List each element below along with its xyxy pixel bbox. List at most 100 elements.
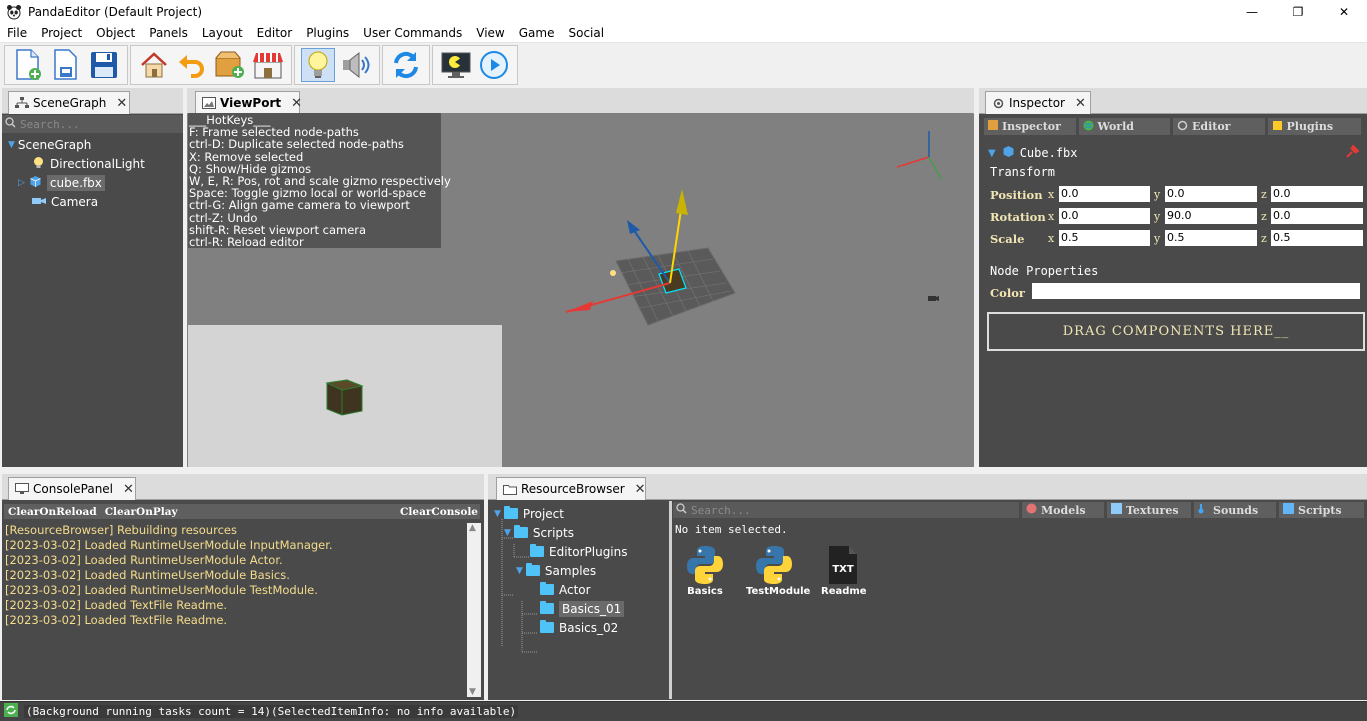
resource-search-input[interactable]: Search... (673, 502, 1019, 518)
pin-icon[interactable] (1345, 144, 1360, 162)
menu-game[interactable]: Game (512, 23, 562, 43)
scenegraph-search-input[interactable]: Search... (2, 115, 183, 133)
menu-social[interactable]: Social (561, 23, 611, 43)
folder-icon (540, 620, 554, 633)
tab-console[interactable]: ConsolePanel ✕ (8, 477, 136, 500)
position-y-field[interactable]: 0.0 (1165, 186, 1257, 202)
position-x-field[interactable]: 0.0 (1059, 186, 1150, 202)
tab-viewport[interactable]: ViewPort ✕ (195, 91, 302, 114)
subtab-plugins[interactable]: Plugins (1267, 118, 1361, 135)
play-icon[interactable] (477, 48, 511, 82)
menu-user-commands[interactable]: User Commands (356, 23, 469, 43)
new-file-icon[interactable] (11, 48, 45, 82)
close-icon[interactable]: ✕ (635, 482, 646, 497)
resource-info: No item selected. (675, 523, 788, 536)
game-camera-preview[interactable] (188, 325, 502, 467)
viewport-canvas[interactable]: ___HotKeys___ F: Frame selected node-pat… (188, 113, 973, 467)
close-icon[interactable]: ✕ (291, 96, 302, 111)
filter-models[interactable]: Models (1022, 502, 1104, 518)
resource-tree-project[interactable]: ▼ Project (494, 504, 564, 523)
window-title: PandaEditor (Default Project) (28, 4, 203, 19)
speaker-icon[interactable] (339, 48, 373, 82)
light-marker[interactable] (610, 270, 616, 276)
rotation-z-field[interactable]: 0.0 (1271, 208, 1363, 224)
menu-panels[interactable]: Panels (142, 23, 195, 43)
resource-tree-actor[interactable]: Actor (540, 580, 591, 599)
inspector-object-header: ▼ Cube.fbx (985, 143, 1363, 163)
filter-textures[interactable]: Textures (1107, 502, 1191, 518)
menu-object[interactable]: Object (89, 23, 142, 43)
tree-item-cube[interactable]: ▷ cube.fbx (18, 173, 105, 192)
tree-item-scenegraph-root[interactable]: ▼ SceneGraph (8, 135, 91, 154)
expand-arrow-icon[interactable]: ▼ (494, 509, 501, 519)
tree-item-camera[interactable]: Camera (32, 192, 98, 211)
clear-on-reload-button[interactable]: ClearOnReload (8, 506, 97, 518)
tab-resource-browser[interactable]: ResourceBrowser ✕ (496, 477, 646, 500)
resource-tree-samples[interactable]: ▼ Samples (516, 561, 596, 580)
close-button[interactable]: ✕ (1321, 0, 1367, 23)
scale-y-field[interactable]: 0.5 (1165, 230, 1257, 246)
clear-console-button[interactable]: ClearConsole (400, 506, 478, 518)
filter-scripts[interactable]: Scripts (1279, 502, 1364, 518)
scroll-down-arrow-icon[interactable]: ▼ (469, 687, 476, 697)
tab-inspector[interactable]: Inspector ✕ (985, 91, 1091, 114)
save-as-icon[interactable] (49, 48, 83, 82)
resource-tree-basics-01[interactable]: Basics_01 (540, 599, 625, 618)
folder-icon (525, 563, 540, 576)
python-icon (754, 544, 794, 586)
clear-on-play-button[interactable]: ClearOnPlay (105, 506, 178, 518)
close-icon[interactable]: ✕ (116, 96, 127, 111)
menu-editor[interactable]: Editor (250, 23, 300, 43)
close-icon[interactable]: ✕ (123, 482, 134, 497)
tab-scenegraph[interactable]: SceneGraph ✕ (8, 91, 130, 114)
store-icon[interactable] (251, 48, 285, 82)
subtab-world[interactable]: World (1078, 118, 1170, 135)
resource-tree-scripts[interactable]: ▼ Scripts (504, 523, 574, 542)
expand-arrow-icon[interactable]: ▼ (516, 566, 523, 576)
save-icon[interactable] (87, 48, 121, 82)
light-bulb-icon[interactable] (301, 48, 335, 82)
add-package-icon[interactable] (213, 48, 247, 82)
scroll-up-arrow-icon[interactable]: ▲ (469, 523, 476, 533)
refresh-icon[interactable] (4, 703, 18, 720)
expand-arrow-icon[interactable]: ▼ (504, 528, 511, 538)
game-monitor-icon[interactable] (439, 48, 473, 82)
menu-file[interactable]: File (0, 23, 34, 43)
menu-project[interactable]: Project (34, 23, 89, 43)
menu-view[interactable]: View (469, 23, 511, 43)
collapse-arrow-icon[interactable]: ▼ (988, 148, 996, 159)
console-scrollbar[interactable]: ▲ ▼ (467, 523, 481, 697)
subtab-inspector[interactable]: Inspector (984, 118, 1076, 135)
maximize-button[interactable]: ❐ (1275, 0, 1321, 23)
camera-marker[interactable] (928, 296, 939, 301)
subtab-editor[interactable]: Editor (1173, 118, 1265, 135)
position-z-field[interactable]: 0.0 (1271, 186, 1363, 202)
rotation-y-field[interactable]: 90.0 (1165, 208, 1257, 224)
resource-item-basics[interactable]: Basics (683, 544, 727, 597)
color-field[interactable] (1032, 283, 1360, 299)
filter-sounds[interactable]: Sounds (1194, 502, 1276, 518)
refresh-icon[interactable] (389, 48, 423, 82)
undo-icon[interactable] (175, 48, 209, 82)
resource-tree-basics-02[interactable]: Basics_02 (540, 618, 618, 637)
home-icon[interactable] (137, 48, 171, 82)
resource-splitter[interactable] (669, 501, 672, 699)
scale-z-field[interactable]: 0.5 (1271, 230, 1363, 246)
resource-item-testmodule[interactable]: TestModule (746, 544, 810, 597)
menu-layout[interactable]: Layout (195, 23, 250, 43)
resource-tree-editor-plugins[interactable]: EditorPlugins (530, 542, 628, 561)
resource-item-readme[interactable]: TXT Readme (821, 544, 867, 597)
rotation-x-field[interactable]: 0.0 (1059, 208, 1150, 224)
expand-arrow-icon[interactable]: ▼ (8, 140, 15, 150)
drag-components-dropzone[interactable]: DRAG COMPONENTS HERE__ (987, 312, 1365, 351)
cube-icon (29, 175, 42, 191)
close-icon[interactable]: ✕ (1075, 96, 1086, 111)
subtab-label: Editor (1192, 120, 1231, 133)
scale-x-field[interactable]: 0.5 (1059, 230, 1150, 246)
minimize-button[interactable]: — (1229, 0, 1275, 23)
menu-plugins[interactable]: Plugins (299, 23, 356, 43)
tab-resource-browser-label: ResourceBrowser (521, 482, 625, 496)
tree-item-directional-light[interactable]: DirectionalLight (32, 154, 145, 173)
expand-arrow-icon[interactable]: ▷ (18, 178, 25, 188)
sounds-icon (1198, 503, 1209, 517)
